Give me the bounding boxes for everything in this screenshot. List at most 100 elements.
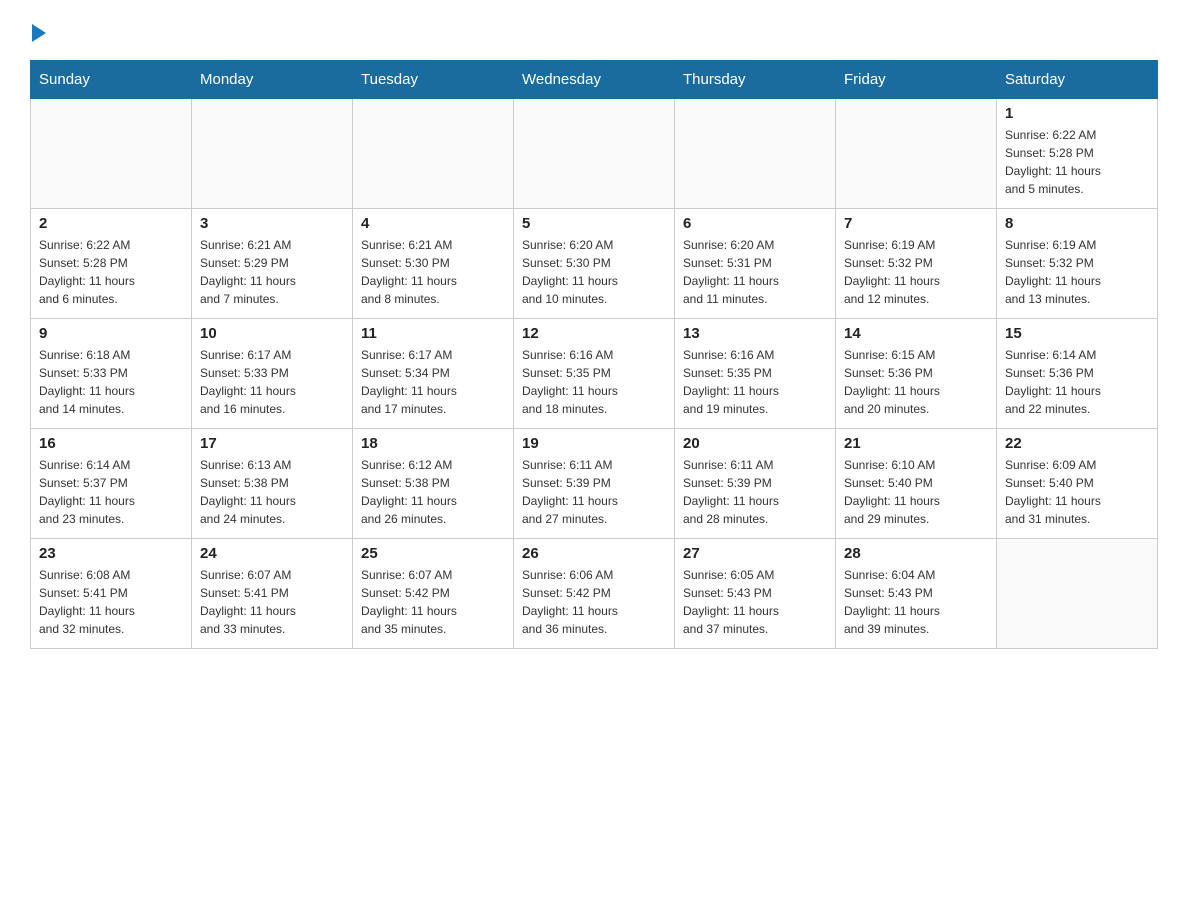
calendar-cell: 11 Sunrise: 6:17 AMSunset: 5:34 PMDayligh… <box>353 319 514 429</box>
day-number: 16 <box>39 435 183 452</box>
day-number: 27 <box>683 545 827 562</box>
calendar-cell: 7 Sunrise: 6:19 AMSunset: 5:32 PMDaylight… <box>836 209 997 319</box>
day-info: Sunrise: 6:17 AMSunset: 5:33 PMDaylight:… <box>200 346 344 418</box>
calendar-cell: 15 Sunrise: 6:14 AMSunset: 5:36 PMDayligh… <box>997 319 1158 429</box>
day-number: 17 <box>200 435 344 452</box>
calendar-cell: 19 Sunrise: 6:11 AMSunset: 5:39 PMDayligh… <box>514 429 675 539</box>
week-row-4: 23 Sunrise: 6:08 AMSunset: 5:41 PMDayligh… <box>31 539 1158 649</box>
day-number: 26 <box>522 545 666 562</box>
day-info: Sunrise: 6:21 AMSunset: 5:29 PMDaylight:… <box>200 236 344 308</box>
calendar-cell: 27 Sunrise: 6:05 AMSunset: 5:43 PMDayligh… <box>675 539 836 649</box>
day-number: 22 <box>1005 435 1149 452</box>
calendar-cell: 4 Sunrise: 6:21 AMSunset: 5:30 PMDaylight… <box>353 209 514 319</box>
day-number: 28 <box>844 545 988 562</box>
calendar-cell <box>836 99 997 209</box>
calendar-cell: 28 Sunrise: 6:04 AMSunset: 5:43 PMDayligh… <box>836 539 997 649</box>
calendar-header: SundayMondayTuesdayWednesdayThursdayFrid… <box>31 61 1158 99</box>
week-row-3: 16 Sunrise: 6:14 AMSunset: 5:37 PMDayligh… <box>31 429 1158 539</box>
day-info: Sunrise: 6:06 AMSunset: 5:42 PMDaylight:… <box>522 566 666 638</box>
calendar-cell: 8Sunrise: 6:19 AMSunset: 5:32 PMDaylight… <box>997 209 1158 319</box>
calendar-cell: 2Sunrise: 6:22 AMSunset: 5:28 PMDaylight… <box>31 209 192 319</box>
calendar-cell <box>675 99 836 209</box>
day-number: 13 <box>683 325 827 342</box>
day-number: 10 <box>200 325 344 342</box>
day-info: Sunrise: 6:08 AMSunset: 5:41 PMDaylight:… <box>39 566 183 638</box>
day-number: 4 <box>361 215 505 232</box>
day-number: 19 <box>522 435 666 452</box>
weekday-header-row: SundayMondayTuesdayWednesdayThursdayFrid… <box>31 61 1158 99</box>
day-info: Sunrise: 6:19 AMSunset: 5:32 PMDaylight:… <box>844 236 988 308</box>
weekday-header-monday: Monday <box>192 61 353 99</box>
calendar-cell: 16 Sunrise: 6:14 AMSunset: 5:37 PMDayligh… <box>31 429 192 539</box>
day-number: 15 <box>1005 325 1149 342</box>
week-row-0: 1 Sunrise: 6:22 AMSunset: 5:28 PMDaylight… <box>31 99 1158 209</box>
day-number: 18 <box>361 435 505 452</box>
week-row-2: 9 Sunrise: 6:18 AMSunset: 5:33 PMDaylight… <box>31 319 1158 429</box>
calendar-cell: 14Sunrise: 6:15 AMSunset: 5:36 PMDayligh… <box>836 319 997 429</box>
day-info: Sunrise: 6:04 AMSunset: 5:43 PMDaylight:… <box>844 566 988 638</box>
day-info: Sunrise: 6:20 AMSunset: 5:30 PMDaylight:… <box>522 236 666 308</box>
calendar-table: SundayMondayTuesdayWednesdayThursdayFrid… <box>30 60 1158 649</box>
calendar-cell: 17Sunrise: 6:13 AMSunset: 5:38 PMDayligh… <box>192 429 353 539</box>
weekday-header-friday: Friday <box>836 61 997 99</box>
weekday-header-tuesday: Tuesday <box>353 61 514 99</box>
day-info: Sunrise: 6:22 AMSunset: 5:28 PMDaylight:… <box>1005 126 1149 198</box>
calendar-cell: 25 Sunrise: 6:07 AMSunset: 5:42 PMDayligh… <box>353 539 514 649</box>
day-info: Sunrise: 6:09 AMSunset: 5:40 PMDaylight:… <box>1005 456 1149 528</box>
day-number: 12 <box>522 325 666 342</box>
calendar-cell <box>31 99 192 209</box>
day-number: 23 <box>39 545 183 562</box>
day-number: 9 <box>39 325 183 342</box>
weekday-header-thursday: Thursday <box>675 61 836 99</box>
day-number: 11 <box>361 325 505 342</box>
logo <box>30 20 46 40</box>
calendar-body: 1 Sunrise: 6:22 AMSunset: 5:28 PMDaylight… <box>31 99 1158 649</box>
logo-arrow-icon <box>32 24 46 42</box>
day-info: Sunrise: 6:10 AMSunset: 5:40 PMDaylight:… <box>844 456 988 528</box>
calendar-cell: 1 Sunrise: 6:22 AMSunset: 5:28 PMDaylight… <box>997 99 1158 209</box>
calendar-cell: 24 Sunrise: 6:07 AMSunset: 5:41 PMDayligh… <box>192 539 353 649</box>
calendar-cell: 6Sunrise: 6:20 AMSunset: 5:31 PMDaylight… <box>675 209 836 319</box>
week-row-1: 2Sunrise: 6:22 AMSunset: 5:28 PMDaylight… <box>31 209 1158 319</box>
day-number: 8 <box>1005 215 1149 232</box>
day-number: 7 <box>844 215 988 232</box>
day-number: 25 <box>361 545 505 562</box>
day-info: Sunrise: 6:14 AMSunset: 5:36 PMDaylight:… <box>1005 346 1149 418</box>
day-info: Sunrise: 6:11 AMSunset: 5:39 PMDaylight:… <box>683 456 827 528</box>
calendar-cell <box>353 99 514 209</box>
day-info: Sunrise: 6:05 AMSunset: 5:43 PMDaylight:… <box>683 566 827 638</box>
day-info: Sunrise: 6:16 AMSunset: 5:35 PMDaylight:… <box>522 346 666 418</box>
day-info: Sunrise: 6:11 AMSunset: 5:39 PMDaylight:… <box>522 456 666 528</box>
day-info: Sunrise: 6:22 AMSunset: 5:28 PMDaylight:… <box>39 236 183 308</box>
calendar-cell <box>192 99 353 209</box>
calendar-cell: 3 Sunrise: 6:21 AMSunset: 5:29 PMDaylight… <box>192 209 353 319</box>
day-info: Sunrise: 6:14 AMSunset: 5:37 PMDaylight:… <box>39 456 183 528</box>
day-number: 5 <box>522 215 666 232</box>
day-info: Sunrise: 6:18 AMSunset: 5:33 PMDaylight:… <box>39 346 183 418</box>
day-info: Sunrise: 6:17 AMSunset: 5:34 PMDaylight:… <box>361 346 505 418</box>
weekday-header-wednesday: Wednesday <box>514 61 675 99</box>
day-info: Sunrise: 6:07 AMSunset: 5:42 PMDaylight:… <box>361 566 505 638</box>
day-number: 21 <box>844 435 988 452</box>
day-number: 24 <box>200 545 344 562</box>
day-info: Sunrise: 6:07 AMSunset: 5:41 PMDaylight:… <box>200 566 344 638</box>
calendar-cell: 18 Sunrise: 6:12 AMSunset: 5:38 PMDayligh… <box>353 429 514 539</box>
page-header <box>30 20 1158 40</box>
day-number: 1 <box>1005 105 1149 122</box>
day-info: Sunrise: 6:12 AMSunset: 5:38 PMDaylight:… <box>361 456 505 528</box>
day-number: 3 <box>200 215 344 232</box>
calendar-cell: 10 Sunrise: 6:17 AMSunset: 5:33 PMDayligh… <box>192 319 353 429</box>
calendar-cell: 21 Sunrise: 6:10 AMSunset: 5:40 PMDayligh… <box>836 429 997 539</box>
calendar-cell: 23 Sunrise: 6:08 AMSunset: 5:41 PMDayligh… <box>31 539 192 649</box>
weekday-header-sunday: Sunday <box>31 61 192 99</box>
day-number: 14 <box>844 325 988 342</box>
day-info: Sunrise: 6:16 AMSunset: 5:35 PMDaylight:… <box>683 346 827 418</box>
calendar-cell: 26 Sunrise: 6:06 AMSunset: 5:42 PMDayligh… <box>514 539 675 649</box>
calendar-cell: 22 Sunrise: 6:09 AMSunset: 5:40 PMDayligh… <box>997 429 1158 539</box>
weekday-header-saturday: Saturday <box>997 61 1158 99</box>
calendar-cell <box>997 539 1158 649</box>
calendar-cell: 13 Sunrise: 6:16 AMSunset: 5:35 PMDayligh… <box>675 319 836 429</box>
calendar-cell: 20Sunrise: 6:11 AMSunset: 5:39 PMDayligh… <box>675 429 836 539</box>
calendar-cell: 12 Sunrise: 6:16 AMSunset: 5:35 PMDayligh… <box>514 319 675 429</box>
day-info: Sunrise: 6:21 AMSunset: 5:30 PMDaylight:… <box>361 236 505 308</box>
